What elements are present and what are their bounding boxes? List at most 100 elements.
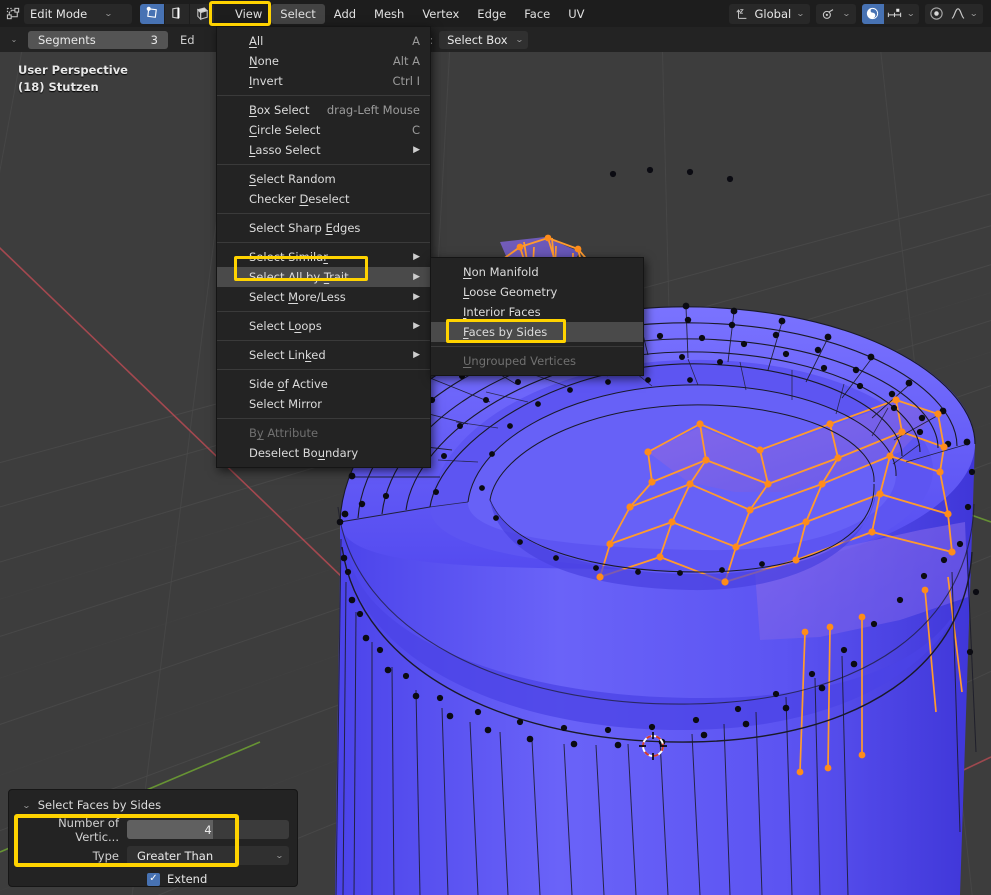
submenu-item-faces-by-sides[interactable]: Faces by Sides [431, 322, 643, 342]
chevron-down-icon[interactable]: ⌄ [903, 9, 921, 18]
menu-item-deselect-boundary[interactable]: Deselect Boundary [217, 443, 430, 463]
submenu-arrow-icon: ▶ [413, 321, 420, 331]
submenu-item-loose-geometry[interactable]: Loose Geometry [431, 282, 643, 302]
viewport-perspective-label: User Perspective [18, 63, 128, 77]
menu-select[interactable]: Select [271, 3, 325, 24]
number-of-vertices-value: 4 [204, 822, 212, 837]
transform-orientation-dropdown[interactable]: Global ⌄ [728, 3, 810, 24]
viewport-render [0, 52, 991, 895]
menu-vertex[interactable]: Vertex [413, 4, 468, 24]
select-all-by-trait-submenu[interactable]: Non Manifold Loose Geometry Interior Fac… [430, 257, 644, 376]
menu-item-invert[interactable]: Invert Ctrl I [217, 71, 430, 91]
submenu-arrow-icon: ▶ [413, 350, 420, 360]
menu-add[interactable]: Add [325, 4, 365, 24]
number-of-vertices-slider[interactable]: 4 [127, 820, 289, 839]
menu-item-select-random[interactable]: Select Random [217, 169, 430, 189]
menu-item-box-select[interactable]: Box Select drag-Left Mouse [217, 100, 430, 120]
edge-select-mode-button[interactable] [165, 3, 189, 24]
menu-separator [217, 213, 430, 214]
type-dropdown[interactable]: Greater Than ⌄ [127, 846, 289, 865]
menu-item-select-loops[interactable]: Select Loops ▶ [217, 316, 430, 336]
menu-item-checker-deselect[interactable]: Checker Deselect [217, 189, 430, 209]
menu-separator [431, 346, 643, 347]
orientation-label: Global [754, 6, 792, 21]
viewport-header: Edit Mode ⌄ View Select Add Mesh Vertex … [0, 0, 991, 27]
menu-item-select-linked[interactable]: Select Linked ▶ [217, 345, 430, 365]
menu-mesh[interactable]: Mesh [365, 4, 413, 24]
snap-magnet-icon [822, 7, 837, 21]
menu-item-all[interactable]: All A [217, 31, 430, 51]
pivot-point-icon[interactable] [925, 3, 948, 24]
menu-item-circle-select[interactable]: Circle Select C [217, 120, 430, 140]
segments-field[interactable]: Segments 3 [28, 30, 168, 49]
submenu-arrow-icon: ▶ [413, 292, 420, 302]
menu-item-select-similar[interactable]: Select Similar ▶ [217, 247, 430, 267]
chevron-down-icon: ⌄ [104, 9, 114, 18]
select-menu-popup[interactable]: All A None Alt A Invert Ctrl I Box Select dr… [216, 26, 431, 468]
menu-separator [217, 340, 430, 341]
drag-mode-value: Select Box [447, 32, 508, 47]
menu-item-by-attribute: By Attribute [249, 426, 319, 440]
menu-separator [217, 95, 430, 96]
menu-item-lasso-select[interactable]: Lasso Select ▶ [217, 140, 430, 160]
snapping-dropdown[interactable]: ⌄ [815, 3, 856, 24]
connected-only-toggle[interactable] [883, 3, 906, 24]
submenu-arrow-icon: ▶ [413, 252, 420, 262]
menu-uv[interactable]: UV [559, 4, 593, 24]
vertex-select-mode-button[interactable] [140, 3, 164, 24]
chevron-down-icon[interactable]: ⌄ [967, 9, 985, 18]
mode-label: Edit Mode [30, 6, 88, 21]
menu-separator [217, 369, 430, 370]
segments-value: 3 [150, 32, 158, 47]
menu-face[interactable]: Face [515, 4, 559, 24]
number-of-vertices-label: Number of Vertic... [58, 815, 119, 844]
submenu-item-non-manifold[interactable]: Non Manifold [431, 262, 643, 282]
editor-type-icon[interactable] [4, 5, 22, 23]
viewport-info-text: User Perspective (18) Stutzen [18, 62, 128, 96]
falloff-group: ⌄ [925, 3, 985, 24]
operator-redo-panel[interactable]: ⌄ Select Faces by Sides Number of Vertic… [8, 789, 298, 887]
chevron-down-icon: ⌄ [275, 851, 285, 860]
submenu-item-ungrouped-vertices: Ungrouped Vertices [463, 354, 577, 368]
menu-separator [217, 311, 430, 312]
orientation-axes-icon [735, 7, 749, 21]
menu-item-select-sharp-edges[interactable]: Select Sharp Edges [217, 218, 430, 238]
menu-view[interactable]: View [226, 4, 271, 24]
blender-window: User Perspective (18) Stutzen Edit Mode … [0, 0, 991, 895]
menu-separator [217, 242, 430, 243]
ed-label: Ed [180, 32, 195, 47]
operator-panel-title: Select Faces by Sides [37, 798, 162, 812]
menu-item-select-more-less[interactable]: Select More/Less ▶ [217, 287, 430, 307]
mode-dropdown[interactable]: Edit Mode ⌄ [24, 3, 132, 24]
menu-item-select-all-by-trait[interactable]: Select All by Trait ▶ [217, 267, 430, 287]
proportional-editing-group: ⌄ [861, 3, 921, 24]
header-right-tools: Global ⌄ ⌄ ⌄ ⌄ [728, 3, 991, 24]
type-label: Type [92, 848, 119, 863]
menu-separator [217, 164, 430, 165]
tool-settings-bar: ⌄ Segments 3 Ed ⌄ Drag: Select Box ⌄ [0, 27, 991, 52]
extend-checkbox[interactable]: ✓ [147, 872, 160, 886]
chevron-down-icon[interactable]: ⌄ [22, 801, 31, 810]
extend-row[interactable]: ✓ Extend [17, 872, 289, 886]
menu-item-select-mirror[interactable]: Select Mirror [217, 394, 430, 414]
viewport-object-label: (18) Stutzen [18, 80, 99, 94]
menu-item-none[interactable]: None Alt A [217, 51, 430, 71]
menu-item-side-of-active[interactable]: Side of Active [217, 374, 430, 394]
chevron-down-icon[interactable]: ⌄ [0, 35, 28, 44]
mesh-select-mode-group [140, 3, 214, 24]
face-select-mode-button[interactable] [190, 3, 214, 24]
drag-mode-dropdown[interactable]: Select Box ⌄ [439, 30, 529, 49]
chevron-down-icon: ⌄ [841, 9, 851, 18]
shortcut-none: Alt A [392, 54, 420, 68]
submenu-arrow-icon: ▶ [413, 272, 420, 282]
3d-viewport[interactable]: User Perspective (18) Stutzen [0, 52, 991, 895]
shortcut-all: A [412, 34, 420, 48]
menu-edge[interactable]: Edge [468, 4, 515, 24]
chevron-down-icon: ⌄ [514, 35, 524, 44]
type-value: Greater Than [137, 848, 214, 863]
menu-separator [217, 418, 430, 419]
submenu-item-interior-faces[interactable]: Interior Faces [431, 302, 643, 322]
shortcut-box-select: drag-Left Mouse [326, 103, 420, 117]
operator-panel-header[interactable]: ⌄ Select Faces by Sides [17, 796, 289, 814]
proportional-edit-toggle[interactable] [861, 3, 884, 24]
